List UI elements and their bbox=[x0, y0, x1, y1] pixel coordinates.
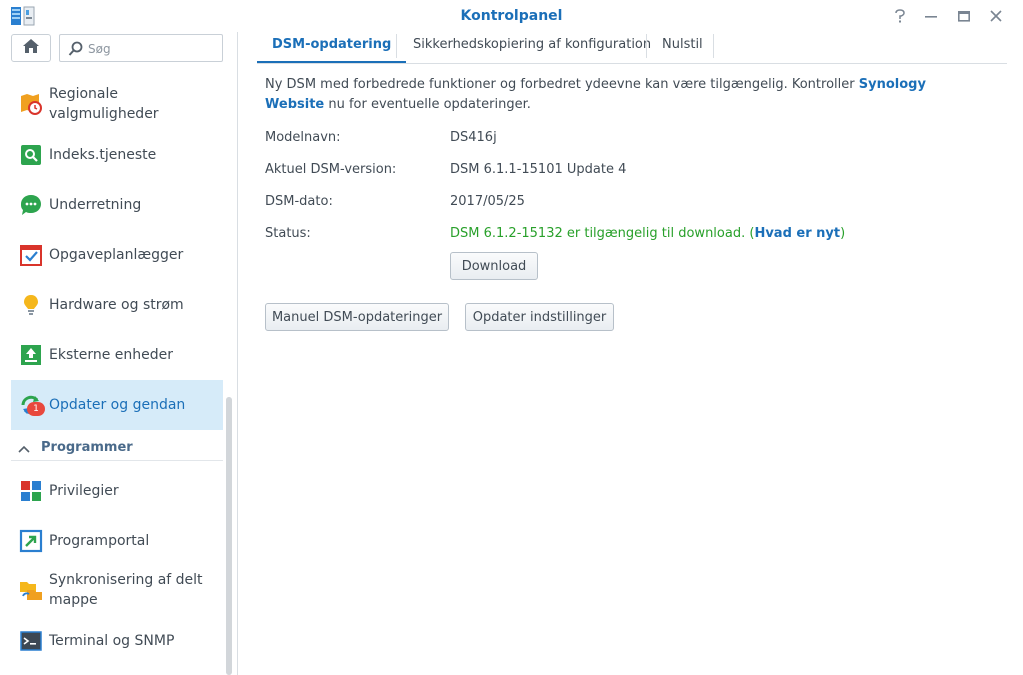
sidebar-item-label: Synkronisering af delt bbox=[49, 572, 203, 588]
maximize-icon[interactable] bbox=[953, 6, 975, 26]
home-icon bbox=[22, 38, 40, 58]
sidebar-item-label: mappe bbox=[49, 592, 98, 608]
title-bar: Kontrolpanel bbox=[0, 0, 1023, 32]
chat-bubble-icon bbox=[19, 193, 43, 217]
sidebar-item-hardware-power[interactable]: Hardware og strøm bbox=[11, 290, 223, 320]
section-label: Programmer bbox=[41, 440, 133, 455]
tab-reset[interactable]: Nulstil bbox=[647, 32, 718, 63]
chevron-up-icon bbox=[17, 442, 31, 456]
calendar-check-icon bbox=[19, 243, 43, 267]
sidebar-item-privileges[interactable]: Privilegier bbox=[11, 476, 223, 506]
whats-new-link[interactable]: Hvad er nyt bbox=[754, 226, 840, 241]
sidebar-item-update-restore[interactable]: 1 Opdater og gendan bbox=[11, 380, 223, 430]
tab-bar: DSM-opdatering Sikkerhedskopiering af ko… bbox=[257, 32, 1007, 64]
regional-clock-icon bbox=[19, 92, 43, 116]
search-box bbox=[59, 34, 223, 62]
sidebar-item-application-portal[interactable]: Programportal bbox=[11, 526, 223, 556]
sidebar-item-label: valgmuligheder bbox=[49, 106, 159, 122]
sidebar-item-label: Opgaveplanlægger bbox=[49, 247, 184, 263]
update-settings-button[interactable]: Opdater indstillinger bbox=[465, 303, 614, 331]
tab-divider bbox=[396, 34, 397, 58]
close-icon[interactable] bbox=[985, 6, 1007, 26]
status-text: DSM 6.1.2-15132 er tilgængelig til downl… bbox=[450, 226, 755, 241]
intro-text-part: Ny DSM med forbedrede funktioner og forb… bbox=[265, 77, 859, 92]
tab-config-backup[interactable]: Sikkerhedskopiering af konfiguration bbox=[398, 32, 666, 63]
sidebar-item-label: Regionale bbox=[49, 86, 119, 102]
update-count-badge: 1 bbox=[27, 402, 45, 416]
sidebar-item-label: Opdater og gendan bbox=[49, 397, 186, 413]
privileges-grid-icon bbox=[19, 479, 43, 503]
search-icon bbox=[68, 41, 84, 57]
intro-text-part: nu for eventuelle opdateringer. bbox=[324, 97, 531, 112]
help-icon[interactable] bbox=[889, 6, 911, 26]
minimize-icon[interactable] bbox=[920, 6, 942, 26]
home-button[interactable] bbox=[11, 34, 51, 62]
tab-dsm-update[interactable]: DSM-opdatering bbox=[257, 32, 407, 63]
lightbulb-icon bbox=[19, 293, 43, 317]
info-label: DSM-dato: bbox=[265, 194, 333, 209]
sidebar-scrollbar[interactable] bbox=[226, 397, 232, 675]
section-programmer[interactable]: Programmer bbox=[11, 437, 223, 461]
manual-update-button[interactable]: Manuel DSM-opdateringer bbox=[265, 303, 449, 331]
sync-folder-icon bbox=[19, 578, 43, 602]
sidebar-item-label: Underretning bbox=[49, 197, 142, 213]
info-value: 2017/05/25 bbox=[450, 194, 525, 209]
info-value: DS416j bbox=[450, 130, 497, 145]
info-label: Aktuel DSM-version: bbox=[265, 162, 397, 177]
sidebar-item-terminal-snmp[interactable]: Terminal og SNMP bbox=[11, 626, 223, 656]
terminal-icon bbox=[19, 629, 43, 653]
search-input[interactable] bbox=[88, 39, 218, 59]
sidebar: Regionale valgmuligheder Indeks.tjeneste… bbox=[0, 32, 238, 675]
status-value: DSM 6.1.2-15132 er tilgængelig til downl… bbox=[450, 226, 845, 241]
status-text-close: ) bbox=[840, 226, 846, 241]
main-panel: DSM-opdatering Sikkerhedskopiering af ko… bbox=[239, 32, 1023, 675]
sidebar-item-label: Eksterne enheder bbox=[49, 347, 174, 363]
sidebar-item-label: Indeks.tjeneste bbox=[49, 147, 157, 163]
sidebar-item-external-devices[interactable]: Eksterne enheder bbox=[11, 340, 223, 370]
tab-divider bbox=[713, 34, 714, 58]
sidebar-item-label: Programportal bbox=[49, 533, 150, 549]
sidebar-item-task-scheduler[interactable]: Opgaveplanlægger bbox=[11, 240, 223, 270]
sidebar-item-notification[interactable]: Underretning bbox=[11, 190, 223, 220]
sidebar-item-label: Privilegier bbox=[49, 483, 119, 499]
download-button[interactable]: Download bbox=[450, 252, 538, 280]
index-search-icon bbox=[19, 143, 43, 167]
info-label: Modelnavn: bbox=[265, 130, 341, 145]
sidebar-item-label: Hardware og strøm bbox=[49, 297, 184, 313]
upload-icon bbox=[19, 343, 43, 367]
sidebar-item-index[interactable]: Indeks.tjeneste bbox=[11, 140, 223, 170]
sidebar-item-regional[interactable]: Regionale valgmuligheder bbox=[11, 82, 223, 126]
intro-text: Ny DSM med forbedrede funktioner og forb… bbox=[265, 75, 985, 115]
info-value: DSM 6.1.1-15101 Update 4 bbox=[450, 162, 627, 177]
sidebar-item-shared-folder-sync[interactable]: Synkronisering af delt mappe bbox=[11, 568, 223, 612]
portal-arrow-icon bbox=[19, 529, 43, 553]
scrollbar-thumb[interactable] bbox=[226, 397, 232, 675]
sidebar-item-label: Terminal og SNMP bbox=[49, 633, 175, 649]
window-title: Kontrolpanel bbox=[460, 8, 563, 24]
info-label: Status: bbox=[265, 226, 311, 241]
